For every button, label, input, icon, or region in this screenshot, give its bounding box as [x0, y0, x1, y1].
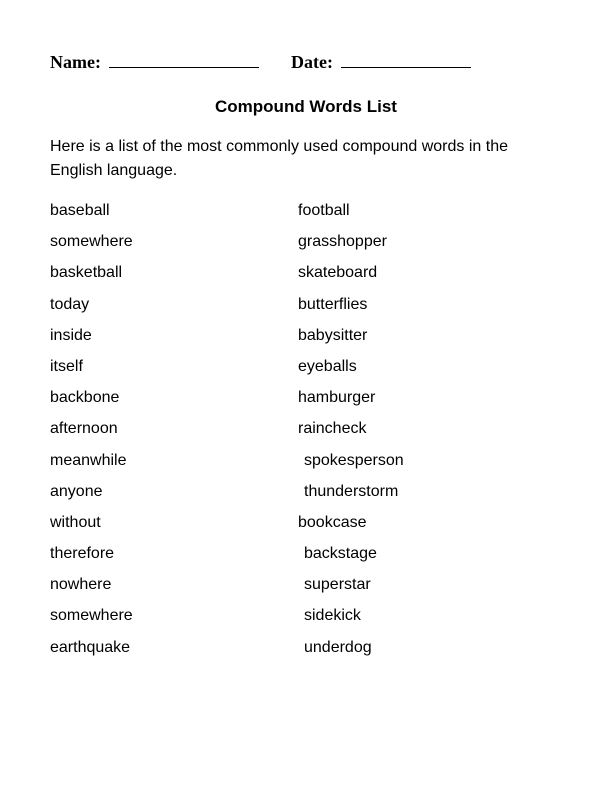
word-item: meanwhile [50, 451, 298, 470]
word-item: backstage [298, 544, 404, 563]
word-item: therefore [50, 544, 298, 563]
word-item: backbone [50, 388, 298, 407]
left-column: baseball somewhere basketball today inside it… [50, 201, 298, 657]
date-input-line[interactable] [341, 50, 471, 68]
header-row: Name: Date: [50, 50, 562, 73]
word-item: hamburger [298, 388, 404, 407]
word-item: somewhere [50, 606, 298, 625]
word-item: skateboard [298, 263, 404, 282]
name-label: Name: [50, 52, 101, 73]
word-item: nowhere [50, 575, 298, 594]
word-item: grasshopper [298, 232, 404, 251]
word-item: baseball [50, 201, 298, 220]
word-item: raincheck [298, 419, 404, 438]
name-input-line[interactable] [109, 50, 259, 68]
word-item: football [298, 201, 404, 220]
word-item: babysitter [298, 326, 404, 345]
word-item: thunderstorm [298, 482, 404, 501]
word-item: butterflies [298, 295, 404, 314]
word-item: somewhere [50, 232, 298, 251]
word-item: earthquake [50, 638, 298, 657]
word-item: itself [50, 357, 298, 376]
page-title: Compound Words List [50, 97, 562, 117]
word-item: inside [50, 326, 298, 345]
word-item: spokesperson [298, 451, 404, 470]
word-item: underdog [298, 638, 404, 657]
word-item: basketball [50, 263, 298, 282]
word-item: afternoon [50, 419, 298, 438]
date-label: Date: [291, 52, 333, 73]
word-item: eyeballs [298, 357, 404, 376]
word-item: sidekick [298, 606, 404, 625]
word-columns: baseball somewhere basketball today inside it… [50, 201, 562, 657]
word-item: bookcase [298, 513, 404, 532]
word-item: without [50, 513, 298, 532]
word-item: superstar [298, 575, 404, 594]
word-item: anyone [50, 482, 298, 501]
word-item: today [50, 295, 298, 314]
right-column: football grasshopper skateboard butterflies… [298, 201, 404, 657]
intro-text: Here is a list of the most commonly used… [50, 135, 562, 183]
